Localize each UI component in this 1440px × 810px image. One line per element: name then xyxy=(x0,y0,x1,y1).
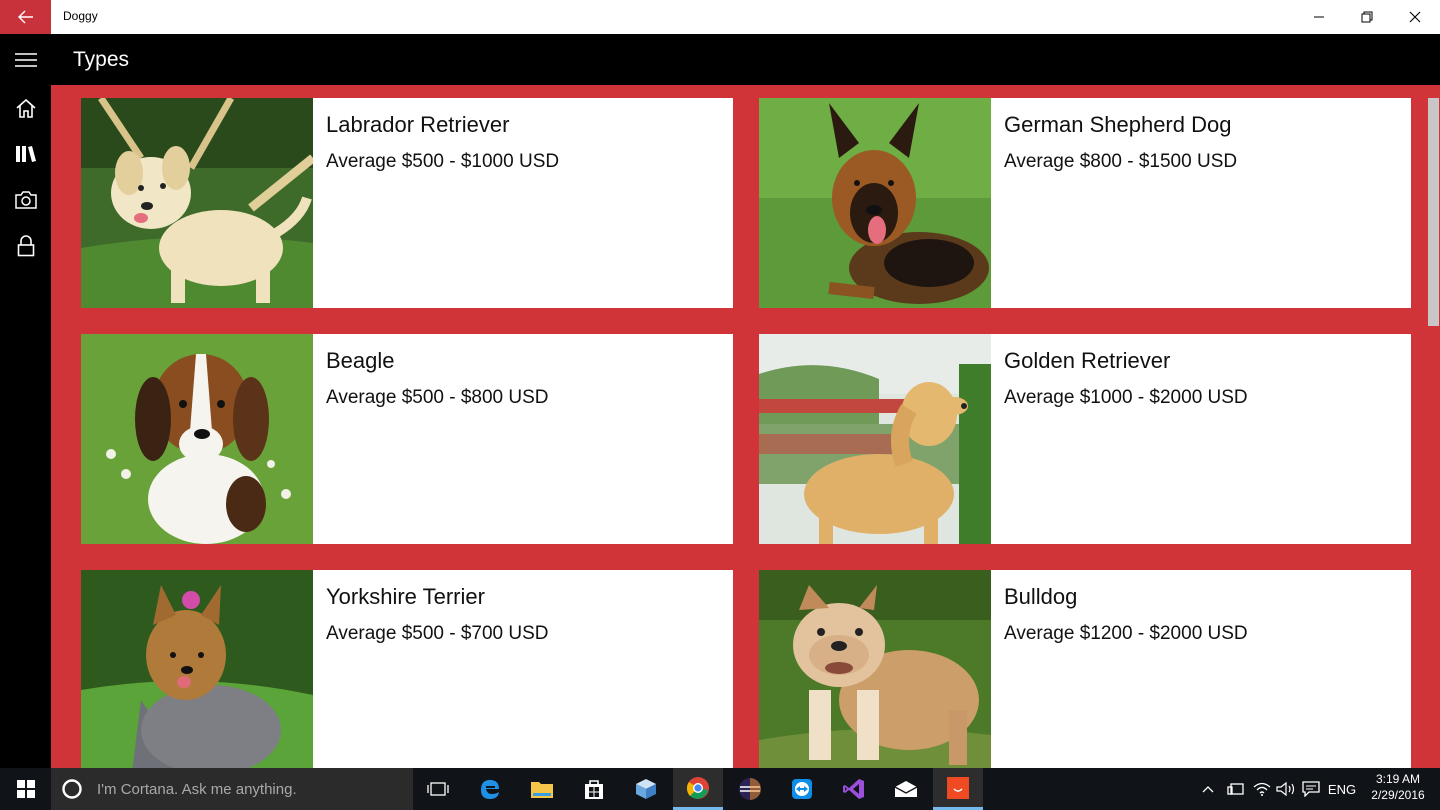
notification-icon xyxy=(1302,781,1320,797)
tray-device-button[interactable] xyxy=(1224,768,1248,810)
dog-name: Bulldog xyxy=(1004,584,1078,609)
task-view-button[interactable] xyxy=(413,768,463,810)
back-button[interactable] xyxy=(0,0,51,34)
page-title: Types xyxy=(73,48,130,71)
nav-sidebar xyxy=(0,85,51,768)
clock-time: 3:19 AM xyxy=(1375,772,1421,786)
chevron-up-icon xyxy=(1202,786,1214,793)
app-header: Types xyxy=(0,34,1440,85)
tray-wifi-button[interactable] xyxy=(1250,768,1274,810)
taskbar-clock[interactable]: 3:19 AM 2/29/2016 xyxy=(1363,771,1433,803)
hamburger-menu-button[interactable] xyxy=(0,34,51,85)
nav-home-button[interactable] xyxy=(0,85,51,131)
golden-retriever-photo xyxy=(759,334,991,544)
minimize-button[interactable] xyxy=(1295,0,1343,34)
yorkshire-terrier-photo xyxy=(81,570,313,768)
dog-card-beagle[interactable]: Beagle Average $500 - $800 USD xyxy=(81,334,733,544)
labrador-photo xyxy=(81,98,313,308)
dog-card-golden-retriever[interactable]: Golden Retriever Average $1000 - $2000 U… xyxy=(759,334,1411,544)
edge-icon xyxy=(481,780,499,799)
wifi-icon xyxy=(1253,782,1271,796)
tray-volume-button[interactable] xyxy=(1274,768,1298,810)
taskbar-chrome[interactable] xyxy=(673,768,723,810)
tray-action-center-button[interactable] xyxy=(1298,768,1324,810)
home-icon xyxy=(15,98,36,118)
taskbar-teamviewer[interactable] xyxy=(777,768,827,810)
dog-price: Average $1200 - $2000 USD xyxy=(1004,623,1248,644)
windows-logo-icon xyxy=(16,780,35,798)
mail-icon xyxy=(894,781,918,797)
dog-price: Average $800 - $1500 USD xyxy=(1004,151,1238,172)
lock-icon xyxy=(17,235,34,257)
bulldog-photo xyxy=(759,570,991,768)
restore-icon xyxy=(1361,11,1373,23)
volume-icon xyxy=(1276,782,1295,796)
taskbar-visual-studio[interactable] xyxy=(829,768,879,810)
dog-name: Golden Retriever xyxy=(1004,348,1171,373)
nav-lock-button[interactable] xyxy=(0,223,51,269)
minimize-icon xyxy=(1314,16,1324,18)
taskbar-store[interactable] xyxy=(569,768,619,810)
clock-date: 2/29/2016 xyxy=(1371,788,1425,802)
dog-card-bulldog[interactable]: Bulldog Average $1200 - $2000 USD xyxy=(759,570,1411,768)
chrome-icon xyxy=(686,776,709,799)
title-bar: Doggy xyxy=(0,0,1440,34)
taskbar-mail[interactable] xyxy=(881,768,931,810)
close-button[interactable] xyxy=(1391,0,1439,34)
start-button[interactable] xyxy=(0,768,51,810)
german-shepherd-photo xyxy=(759,98,991,308)
cube-icon xyxy=(636,779,656,799)
device-icon xyxy=(1227,783,1244,795)
app-window: Doggy Types Labrador Retriever Average $… xyxy=(0,0,1440,810)
cortana-icon xyxy=(62,779,82,799)
vertical-scrollbar[interactable] xyxy=(1427,85,1440,768)
dog-card-yorkshire-terrier[interactable]: Yorkshire Terrier Average $500 - $700 US… xyxy=(81,570,733,768)
library-icon xyxy=(15,146,36,162)
beagle-photo xyxy=(81,334,313,544)
tray-language-button[interactable]: ENG xyxy=(1324,768,1360,810)
hamburger-icon xyxy=(14,52,37,67)
dog-name: Labrador Retriever xyxy=(326,112,510,137)
close-icon xyxy=(1409,11,1421,23)
cortana-search-box[interactable]: I'm Cortana. Ask me anything. xyxy=(51,768,413,810)
show-hidden-icons-button[interactable] xyxy=(1198,768,1218,810)
nav-library-button[interactable] xyxy=(0,131,51,177)
nav-camera-button[interactable] xyxy=(0,177,51,223)
camera-icon xyxy=(14,191,37,209)
visual-studio-icon xyxy=(843,779,864,799)
taskbar-edge[interactable] xyxy=(465,768,515,810)
restore-button[interactable] xyxy=(1343,0,1391,34)
dog-price: Average $1000 - $2000 USD xyxy=(1004,387,1248,408)
scrollbar-thumb[interactable] xyxy=(1428,98,1439,326)
folder-icon xyxy=(531,782,553,798)
back-arrow-icon xyxy=(17,10,33,24)
store-icon xyxy=(585,780,603,799)
dog-name: German Shepherd Dog xyxy=(1004,112,1232,137)
windows-taskbar: I'm Cortana. Ask me anything. ENG 3:19 A… xyxy=(0,768,1440,810)
dog-price: Average $500 - $700 USD xyxy=(326,623,549,644)
dog-name: Yorkshire Terrier xyxy=(326,584,485,609)
taskbar-eclipse[interactable] xyxy=(725,768,775,810)
dog-price: Average $500 - $800 USD xyxy=(326,387,549,408)
dog-card-labrador-retriever[interactable]: Labrador Retriever Average $500 - $1000 … xyxy=(81,98,733,308)
dog-price: Average $500 - $1000 USD xyxy=(326,151,560,172)
dog-name: Beagle xyxy=(326,348,395,373)
taskbar-3d-app[interactable] xyxy=(621,768,671,810)
taskbar-doggy-app[interactable] xyxy=(933,768,983,810)
app-title: Doggy xyxy=(63,9,98,23)
cortana-placeholder: I'm Cortana. Ask me anything. xyxy=(97,780,297,798)
eclipse-icon xyxy=(739,778,761,800)
dog-types-grid: Labrador Retriever Average $500 - $1000 … xyxy=(51,85,1440,768)
teamviewer-icon xyxy=(792,779,812,799)
dog-card-german-shepherd-dog[interactable]: German Shepherd Dog Average $800 - $1500… xyxy=(759,98,1411,308)
doggy-app-icon xyxy=(947,776,969,799)
task-view-icon xyxy=(427,782,449,796)
taskbar-file-explorer[interactable] xyxy=(517,768,567,810)
